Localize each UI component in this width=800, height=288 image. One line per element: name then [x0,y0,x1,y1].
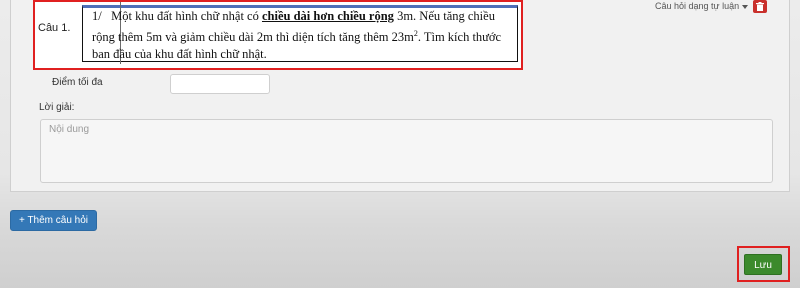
question-highlight-box: Câu 1. 1/ Một khu đất hình chữ nhật có c… [33,0,523,70]
question-text-part1: Một khu đất hình chữ nhật có [111,9,262,23]
caret-down-icon [742,4,749,9]
question-text-bold: chiều dài hơn chiều rộng [261,9,394,23]
max-score-input[interactable] [170,74,270,94]
question-number: 1/ [92,9,102,23]
save-button[interactable]: Lưu [744,254,782,275]
solution-label: Lời giải: [39,102,75,113]
question-text[interactable]: 1/ Một khu đất hình chữ nhật có chiều dà… [92,8,508,63]
question-label: Câu 1. [38,22,71,34]
max-score-label: Điểm tối đa [52,77,103,88]
question-type-dropdown[interactable]: Câu hỏi dạng tự luận [655,1,749,11]
delete-question-button[interactable] [753,0,767,13]
question-type-selected: Câu hỏi dạng tự luận [655,1,740,11]
trash-icon [756,2,764,11]
add-question-button[interactable]: + Thêm câu hỏi [10,210,98,231]
solution-textarea[interactable] [40,119,773,183]
